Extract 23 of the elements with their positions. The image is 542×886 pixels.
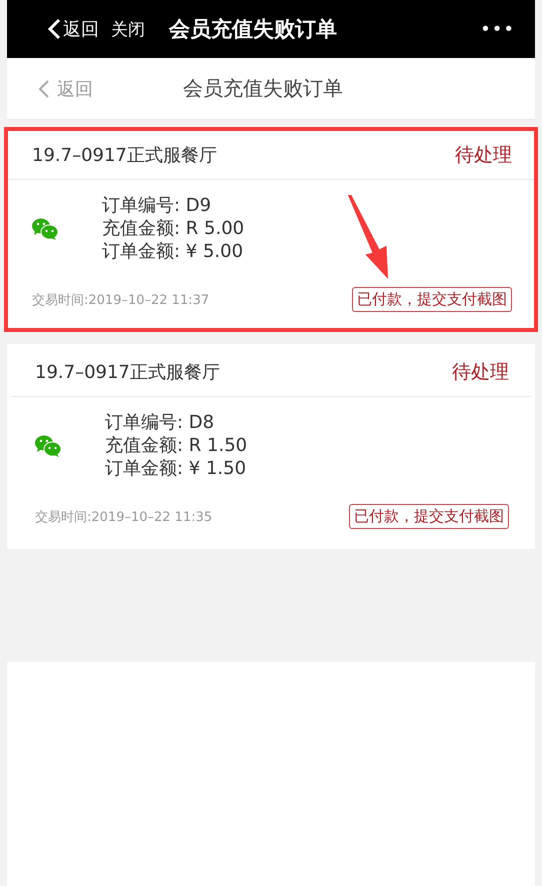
back-button[interactable]: 返回 (47, 17, 99, 41)
submit-screenshot-button[interactable]: 已付款，提交支付截图 (349, 504, 509, 529)
order-detail: 充值金额: R 1.50 (105, 434, 248, 457)
more-button[interactable]: ••• (474, 18, 521, 40)
window-title: 会员充值失败订单 (169, 16, 338, 43)
order-detail: 订单编号: D8 (105, 411, 216, 434)
order-status: 待处理 (455, 143, 512, 168)
store-name: 19.7–0917正式服餐厅 (35, 361, 220, 384)
transaction-time: 交易时间:2019–10–22 11:37 (32, 292, 210, 308)
chevron-left-icon (47, 18, 61, 40)
order-detail: 订单金额: ¥ 5.00 (102, 240, 244, 263)
chat-bubbles-icon (35, 435, 61, 457)
order-detail: 订单金额: ¥ 1.50 (105, 457, 248, 480)
transaction-time: 交易时间:2019–10–22 11:35 (35, 508, 212, 526)
store-name: 19.7–0917正式服餐厅 (32, 144, 217, 167)
chevron-left-icon (39, 80, 49, 98)
order-detail: 订单编号: D9 (102, 194, 212, 217)
page-title: 会员充值失败订单 (183, 75, 343, 102)
order-detail: 充值金额: R 5.00 (102, 217, 244, 240)
close-button[interactable]: 关闭 (111, 18, 157, 40)
order-status: 待处理 (452, 360, 509, 385)
submit-screenshot-button[interactable]: 已付款，提交支付截图 (352, 287, 512, 312)
chat-bubbles-icon (32, 218, 58, 240)
